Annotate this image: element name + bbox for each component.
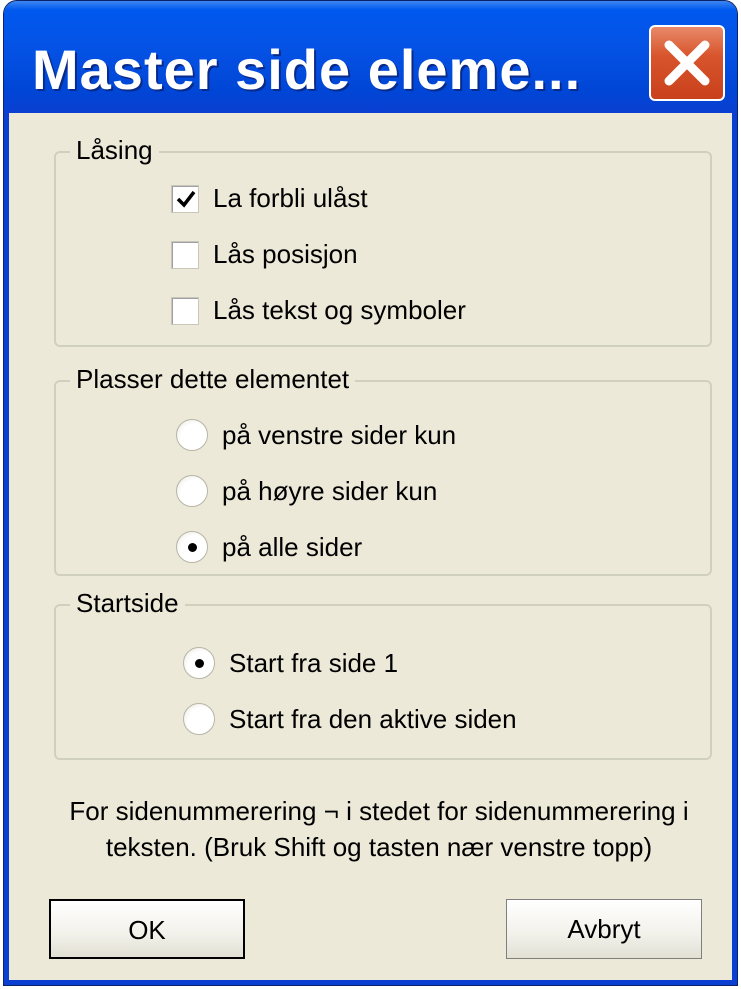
radio-button[interactable] xyxy=(183,647,215,679)
info-note-line-1: For sidenummerering ¬ i stedet for siden… xyxy=(69,796,689,826)
radio-dot-icon xyxy=(188,543,197,552)
radio-label: på alle sider xyxy=(222,531,363,562)
checkbox-las-posisjon[interactable]: Lås posisjon xyxy=(171,239,358,270)
cancel-button[interactable]: Avbryt xyxy=(506,899,702,959)
radio-button[interactable] xyxy=(176,475,208,507)
title-bar[interactable]: Master side eleme... xyxy=(4,1,737,113)
close-button[interactable] xyxy=(649,25,725,101)
placement-group-title: Plasser dette elementet xyxy=(70,364,356,395)
checkbox-box[interactable] xyxy=(171,296,199,325)
radio-label: Start fra side 1 xyxy=(229,647,399,678)
radio-alle-sider[interactable]: på alle sider xyxy=(176,531,362,563)
radio-label: Start fra den aktive siden xyxy=(229,703,517,734)
window-title: Master side eleme... xyxy=(32,38,582,101)
radio-start-fra-side-1[interactable]: Start fra side 1 xyxy=(183,647,398,679)
checkbox-label: La forbli ulåst xyxy=(213,183,368,213)
start-page-group-title: Startside xyxy=(70,588,185,619)
radio-button[interactable] xyxy=(176,531,208,563)
dialog-body: Låsing La forbli ulåst Lås posisjon Lås … xyxy=(9,113,732,980)
info-note: For sidenummerering ¬ i stedet for siden… xyxy=(49,793,709,865)
checkbox-label: Lås tekst og symboler xyxy=(213,295,466,325)
radio-dot-icon xyxy=(195,659,204,668)
checkbox-box[interactable] xyxy=(171,240,199,269)
checkbox-la-forbli-ulast[interactable]: La forbli ulåst xyxy=(171,183,368,214)
ok-button[interactable]: OK xyxy=(49,899,245,959)
info-note-line-2: teksten. (Bruk Shift og tasten nær venst… xyxy=(105,832,653,862)
placement-group: Plasser dette elementet på venstre sider… xyxy=(54,364,712,576)
radio-venstre-sider[interactable]: på venstre sider kun xyxy=(176,419,456,451)
checkbox-box[interactable] xyxy=(171,184,199,213)
close-x-icon xyxy=(664,40,710,86)
radio-label: på høyre sider kun xyxy=(222,475,438,506)
locking-group-title: Låsing xyxy=(70,135,159,166)
radio-button[interactable] xyxy=(176,419,208,451)
radio-label: på venstre sider kun xyxy=(222,419,457,450)
radio-button[interactable] xyxy=(183,703,215,735)
checkmark-icon xyxy=(176,190,196,208)
radio-hoyre-sider[interactable]: på høyre sider kun xyxy=(176,475,437,507)
checkbox-label: Lås posisjon xyxy=(213,239,358,269)
radio-start-fra-aktive-side[interactable]: Start fra den aktive siden xyxy=(183,703,517,735)
locking-group: Låsing La forbli ulåst Lås posisjon Lås … xyxy=(54,135,712,347)
dialog-window: Master side eleme... Låsing La forbli ul… xyxy=(3,0,738,986)
start-page-group: Startside Start fra side 1 Start fra den… xyxy=(54,588,712,760)
checkbox-las-tekst-og-symboler[interactable]: Lås tekst og symboler xyxy=(171,295,466,326)
